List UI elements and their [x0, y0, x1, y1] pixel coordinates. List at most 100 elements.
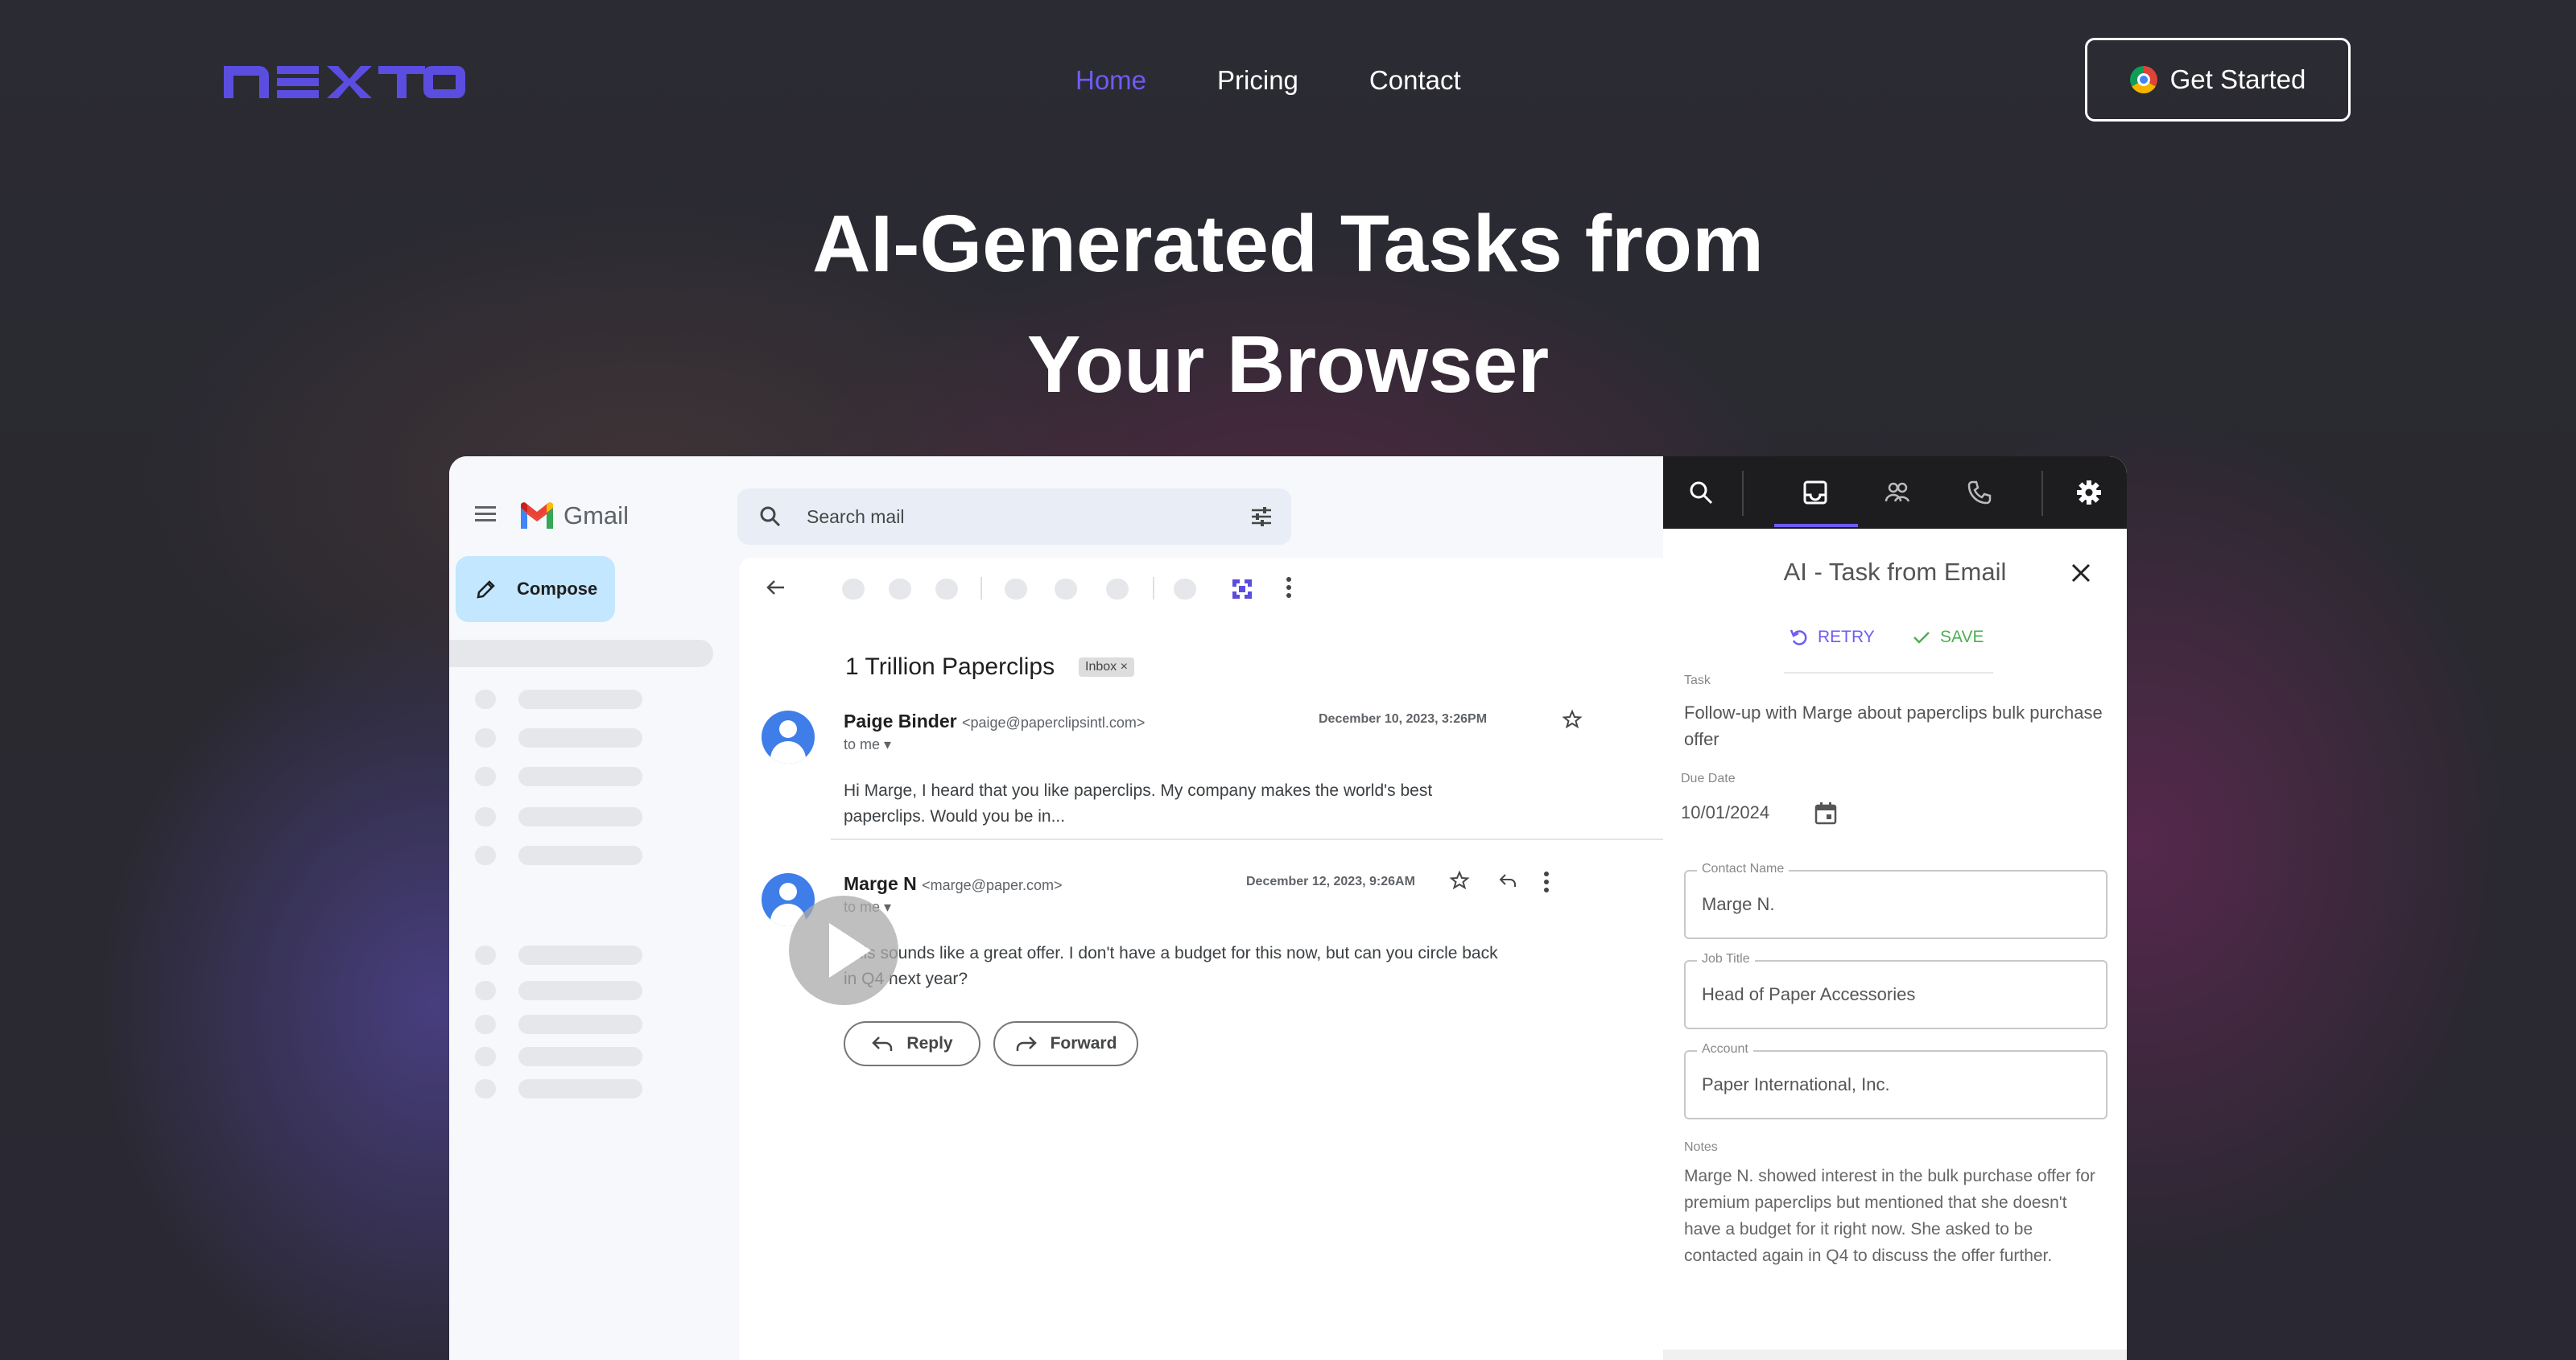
message-sender: Paige Binder <paige@paperclipsintl.com>	[844, 709, 1145, 735]
pencil-icon	[477, 580, 495, 599]
sidebar-skeleton-item	[475, 1047, 644, 1066]
reply-label: Reply	[906, 1034, 953, 1053]
sender-avatar	[762, 711, 815, 764]
account-label: Account	[1697, 1042, 1753, 1057]
sidebar-skeleton-active	[449, 640, 713, 667]
retry-button[interactable]: RETRY	[1789, 627, 1875, 648]
due-date-value[interactable]: 10/01/2024	[1681, 799, 1769, 826]
gear-icon[interactable]	[2075, 479, 2103, 506]
sidebar-skeleton-item	[475, 946, 644, 965]
reply-arrow-icon	[872, 1036, 893, 1051]
message-more-icon[interactable]	[1544, 872, 1550, 894]
retry-label: RETRY	[1818, 628, 1875, 646]
message-body: This sounds like a great offer. I don't …	[844, 944, 1498, 988]
save-label: SAVE	[1940, 628, 1984, 646]
active-tab-indicator	[1774, 524, 1858, 527]
inbox-icon[interactable]	[1802, 479, 1829, 506]
nav-pricing-link[interactable]: Pricing	[1217, 63, 1298, 98]
toolbar-divider	[980, 577, 982, 600]
nexto-extension-icon[interactable]	[1230, 577, 1254, 601]
email-subject: 1 Trillion Paperclips	[845, 653, 1055, 680]
contact-name-label: Contact Name	[1697, 862, 1790, 876]
task-field-label: Task	[1684, 674, 1711, 687]
sidebar-skeleton-item	[475, 690, 644, 709]
job-title-input[interactable]	[1702, 979, 2088, 1010]
search-icon[interactable]	[1687, 479, 1715, 506]
save-button[interactable]: SAVE	[1911, 627, 1984, 648]
due-date-label: Due Date	[1681, 772, 1736, 785]
play-video-button[interactable]	[789, 896, 898, 1005]
nav-contact-link[interactable]: Contact	[1369, 63, 1461, 98]
phone-icon[interactable]	[1966, 479, 1993, 506]
panel-footer-divider	[1663, 1350, 2127, 1360]
contacts-icon[interactable]	[1884, 479, 1911, 506]
sender-email: <marge@paper.com>	[922, 877, 1063, 893]
notes-label: Notes	[1684, 1140, 1718, 1154]
search-input[interactable]	[807, 501, 1225, 532]
extension-toolbar	[1663, 456, 2127, 529]
message-date: December 10, 2023, 3:26PM	[1319, 712, 1488, 726]
toolbar-skeleton-icon	[842, 579, 865, 600]
notes-value[interactable]: Marge N. showed interest in the bulk pur…	[1684, 1163, 2103, 1269]
job-title-label: Job Title	[1697, 952, 1755, 966]
contact-name-field: Contact Name	[1684, 862, 2107, 939]
reply-button[interactable]: Reply	[844, 1021, 980, 1066]
sidebar-skeleton-item	[475, 1015, 644, 1034]
close-icon[interactable]	[2069, 561, 2093, 585]
ai-task-panel: AI - Task from Email RETRY SAVE Task Fol…	[1663, 456, 2127, 1360]
star-icon[interactable]	[1562, 709, 1583, 730]
compose-button[interactable]: Compose	[456, 556, 615, 622]
search-bar	[737, 488, 1291, 545]
gmail-logo-icon	[521, 502, 553, 529]
menu-icon[interactable]	[475, 506, 496, 522]
chrome-icon	[2129, 66, 2157, 93]
hero-title-line2: Your Browser	[1026, 319, 1550, 410]
gmail-brand: Gmail	[564, 501, 629, 530]
search-options-icon[interactable]	[1249, 505, 1274, 529]
task-panel-title: AI - Task from Email	[1783, 558, 2007, 586]
back-arrow-icon[interactable]	[763, 575, 787, 600]
gmail-sidebar: Gmail Compose	[449, 456, 739, 1360]
product-demo-video[interactable]: Gmail Compose Search mail 1 Trillion Pap…	[449, 456, 2127, 1360]
sender-email: <paige@paperclipsintl.com>	[962, 715, 1146, 731]
toolbar-divider	[1153, 577, 1154, 600]
forward-arrow-icon	[1016, 1036, 1037, 1051]
toolbar-skeleton-icon	[1055, 579, 1077, 600]
sidebar-skeleton-item	[475, 846, 644, 865]
star-icon[interactable]	[1449, 870, 1470, 891]
search-icon[interactable]	[758, 505, 782, 529]
refresh-icon	[1790, 629, 1807, 645]
job-title-field: Job Title	[1684, 952, 2107, 1029]
get-started-button[interactable]: Get Started	[2085, 38, 2351, 122]
message-sender: Marge N <marge@paper.com>	[844, 872, 1063, 897]
recipient-toggle[interactable]: to me ▾	[844, 736, 891, 753]
toolbar-skeleton-icon	[1174, 579, 1196, 600]
inbox-label-chip[interactable]: Inbox ×	[1079, 657, 1134, 677]
actions-divider	[1784, 672, 1993, 674]
get-started-label: Get Started	[2169, 64, 2306, 94]
toolbar-skeleton-icon	[1005, 579, 1027, 600]
toolbar-skeleton-icon	[935, 579, 958, 600]
nav-links: Home Pricing Contact	[1075, 63, 1461, 98]
sidebar-skeleton-item	[475, 767, 644, 786]
top-nav: Home Pricing Contact Get Started	[0, 0, 2576, 161]
toolbar-skeleton-icon	[889, 579, 911, 600]
contact-name-input[interactable]	[1702, 889, 2088, 920]
message-date: December 12, 2023, 9:26AM	[1246, 875, 1415, 888]
forward-button[interactable]: Forward	[993, 1021, 1138, 1066]
account-field: Account	[1684, 1042, 2107, 1119]
more-options-icon[interactable]	[1286, 577, 1293, 600]
calendar-icon[interactable]	[1813, 801, 1839, 826]
nav-home-link[interactable]: Home	[1075, 63, 1146, 98]
sidebar-skeleton-item	[475, 728, 644, 748]
nexto-logo[interactable]	[224, 63, 465, 101]
reply-icon[interactable]	[1497, 870, 1518, 891]
hero-title-line1: AI-Generated Tasks from	[812, 199, 1764, 289]
sender-name: Paige Binder	[844, 711, 957, 732]
sidebar-skeleton-item	[475, 981, 644, 1000]
sidebar-skeleton-item	[475, 807, 644, 826]
sender-name: Marge N	[844, 873, 917, 894]
task-field-value[interactable]: Follow-up with Marge about paperclips bu…	[1684, 699, 2103, 752]
sidebar-skeleton-item	[475, 1079, 644, 1098]
account-input[interactable]	[1702, 1069, 2088, 1100]
